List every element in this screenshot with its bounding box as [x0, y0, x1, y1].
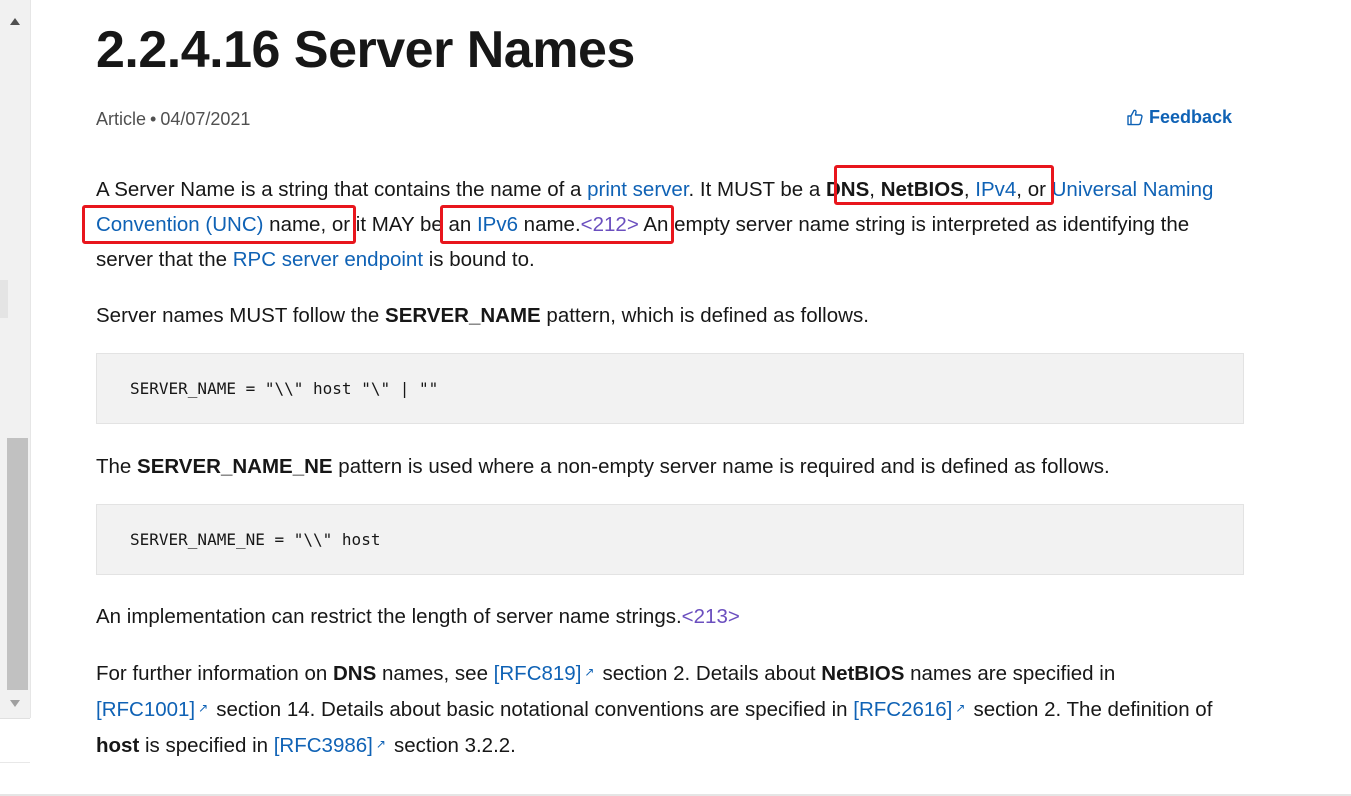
- article-meta: Article • 04/07/2021: [96, 109, 250, 130]
- text: An implementation can restrict the lengt…: [96, 605, 682, 628]
- meta-separator: •: [150, 109, 157, 129]
- term-dns: DNS: [333, 662, 377, 685]
- text: . It MUST be a: [688, 178, 826, 201]
- link-rfc819[interactable]: [RFC819]: [494, 662, 582, 685]
- feedback-label: Feedback: [1149, 107, 1233, 127]
- text: section 2. Details about: [602, 662, 822, 685]
- feedback-link[interactable]: Feedback: [1127, 107, 1232, 128]
- text: pattern is used where a non-empty server…: [332, 455, 1110, 478]
- link-rfc2616[interactable]: [RFC2616]: [853, 698, 952, 721]
- external-link-icon: ↗: [375, 737, 386, 751]
- code-text: SERVER_NAME_NE = "\\" host: [130, 530, 381, 549]
- server-name-ne-pattern-intro: The SERVER_NAME_NE pattern is used where…: [96, 449, 1216, 484]
- external-link-icon: ↗: [198, 701, 209, 715]
- highlight-box-ipv6: [440, 205, 674, 244]
- server-name-pattern-intro: Server names MUST follow the SERVER_NAME…: [96, 298, 1216, 333]
- text: names, see: [376, 662, 494, 685]
- link-rfc3986[interactable]: [RFC3986]: [274, 734, 373, 757]
- divider: [0, 718, 30, 719]
- term-server-name-ne: SERVER_NAME_NE: [137, 455, 333, 478]
- text: The: [96, 455, 138, 478]
- link-rpc-server-endpoint[interactable]: RPC server endpoint: [233, 248, 423, 271]
- text: pattern, which is defined as follows.: [540, 304, 869, 327]
- scroll-down-arrow-icon[interactable]: [10, 700, 20, 707]
- text: section 14. Details about basic notation…: [216, 698, 854, 721]
- article-type: Article: [96, 109, 147, 129]
- text: is bound to.: [423, 248, 535, 271]
- scrollbar-thumb[interactable]: [7, 438, 28, 690]
- text: section 2. The definition of: [973, 698, 1213, 721]
- text: For further information on: [96, 662, 333, 685]
- text: is specified in: [139, 734, 274, 757]
- text: A Server Name is a string that contains …: [96, 178, 588, 201]
- external-link-icon: ↗: [584, 665, 595, 679]
- thumbs-up-icon: [1127, 109, 1143, 126]
- length-restriction-note: An implementation can restrict the lengt…: [96, 599, 1216, 634]
- article-date: 04/07/2021: [160, 109, 251, 129]
- link-print-server[interactable]: print server: [587, 178, 688, 201]
- link-rfc1001[interactable]: [RFC1001]: [96, 698, 195, 721]
- text: Server names MUST follow the: [96, 304, 386, 327]
- further-information: For further information on DNS names, se…: [96, 655, 1256, 763]
- code-block-server-name-ne: SERVER_NAME_NE = "\\" host: [96, 504, 1244, 575]
- scroll-up-arrow-icon[interactable]: [10, 18, 20, 25]
- scrollbar-track-marker: [0, 280, 8, 318]
- term-server-name: SERVER_NAME: [385, 304, 541, 327]
- external-link-icon: ↗: [955, 701, 966, 715]
- vertical-scrollbar[interactable]: [0, 0, 31, 718]
- page-title: 2.2.4.16 Server Names: [96, 21, 635, 79]
- highlight-box-dns-netbios-ipv4: [834, 165, 1054, 205]
- divider: [0, 762, 30, 763]
- code-text: SERVER_NAME = "\\" host "\" | "": [130, 379, 439, 398]
- text: names are specified in: [904, 662, 1116, 685]
- term-netbios: NetBIOS: [821, 662, 905, 685]
- footnote-link-213[interactable]: <213>: [682, 605, 740, 628]
- highlight-box-unc: [82, 205, 356, 244]
- code-block-server-name: SERVER_NAME = "\\" host "\" | "": [96, 353, 1244, 424]
- text: section 3.2.2.: [393, 734, 516, 757]
- term-host: host: [96, 734, 140, 757]
